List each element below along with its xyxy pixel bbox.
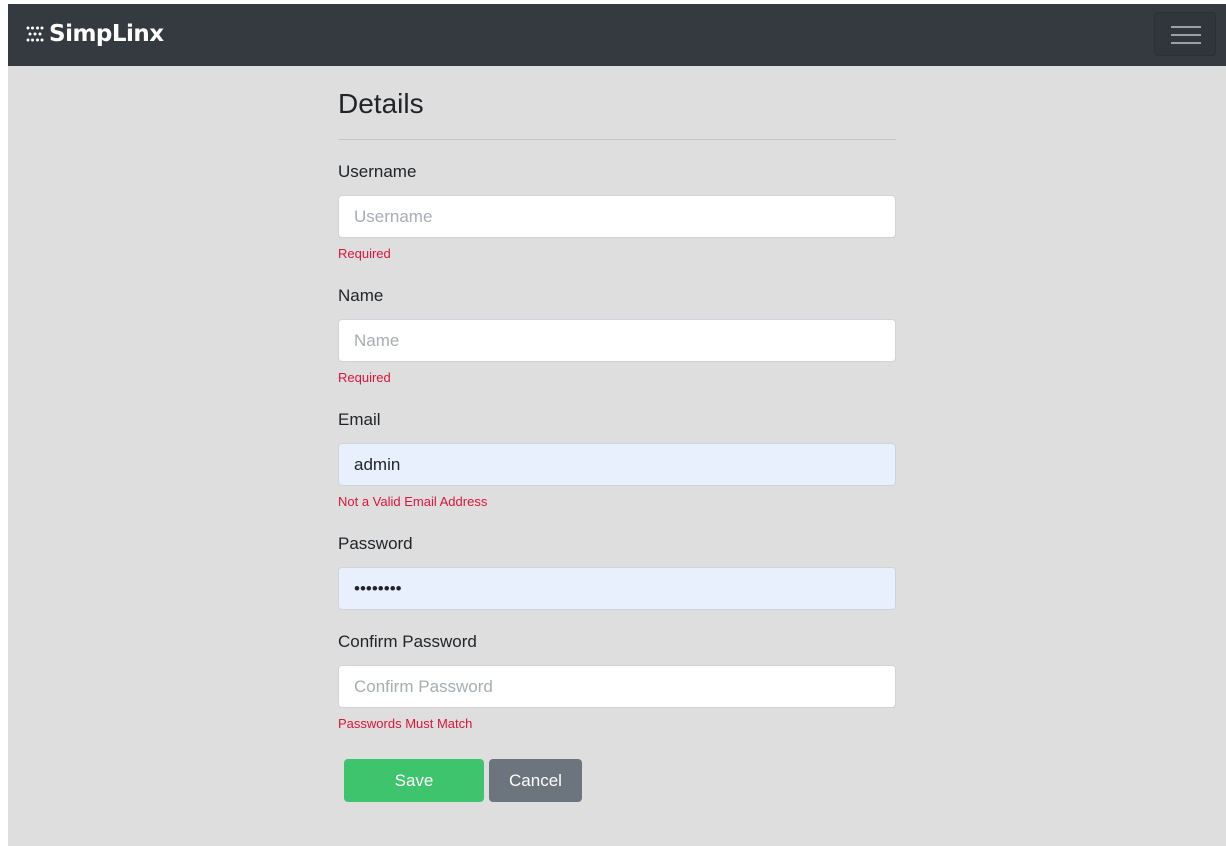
- page-title: Details: [338, 88, 424, 119]
- hamburger-menu-icon: [1171, 42, 1201, 44]
- password-input[interactable]: [338, 567, 896, 610]
- confirm-password-label: Confirm Password: [338, 632, 477, 651]
- hamburger-menu-button[interactable]: [1154, 12, 1216, 56]
- username-error: Required: [338, 246, 391, 261]
- save-button[interactable]: Save: [344, 759, 484, 802]
- cancel-button[interactable]: Cancel: [489, 759, 582, 802]
- email-label: Email: [338, 410, 381, 429]
- username-label: Username: [338, 162, 417, 181]
- username-input[interactable]: [338, 195, 896, 238]
- app-frame: SimpLinx Details Username Required Name …: [8, 4, 1226, 846]
- brand-name: SimpLinx: [49, 21, 164, 47]
- hamburger-menu-icon: [1171, 26, 1201, 28]
- name-label: Name: [338, 286, 384, 305]
- name-error: Required: [338, 370, 391, 385]
- title-divider: [338, 139, 896, 140]
- dots-logo-icon: [26, 26, 44, 42]
- top-navbar: SimpLinx: [8, 4, 1226, 66]
- name-input[interactable]: [338, 319, 896, 362]
- password-label: Password: [338, 534, 413, 553]
- confirm-password-input[interactable]: [338, 665, 896, 708]
- email-input[interactable]: [338, 443, 896, 486]
- brand-logo[interactable]: SimpLinx: [26, 21, 164, 47]
- confirm-password-error: Passwords Must Match: [338, 716, 473, 731]
- email-error: Not a Valid Email Address: [338, 494, 488, 509]
- hamburger-menu-icon: [1171, 34, 1201, 36]
